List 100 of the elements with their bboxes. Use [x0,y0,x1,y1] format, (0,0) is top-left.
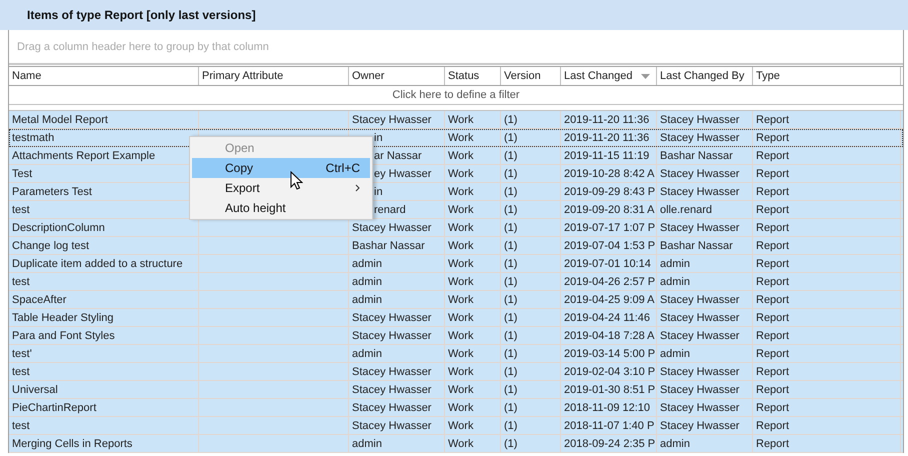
table-cell: (1) [504,330,518,342]
table-cell: DescriptionColumn [12,222,105,234]
table-cell: admin [352,258,382,270]
table-cell: test' [12,348,32,360]
table-cell: 2019-04-18 7:28 A [564,330,655,342]
table-row[interactable]: Metal Model Report Stacey Hwasser Work (1) 2019-11-20 11:36 Stacey Hwasser Report [9,111,903,129]
table-cell: Para and Font Styles [12,330,115,342]
table-cell: Report [756,330,790,342]
table-cell: (1) [504,366,518,378]
table-cell: Stacey Hwasser [660,294,740,306]
table-cell: Bashar Nassar [660,240,733,252]
column-header[interactable]: Type [753,67,901,85]
table-row[interactable]: DescriptionColumn Stacey Hwasser Work (1) 2019-07-17 1:07 P Stacey Hwasser Report [9,219,903,237]
table-cell: Metal Model Report [12,114,108,126]
table-cell: 2019-02-04 3:10 P [564,366,656,378]
table-cell: Bashar Nassar [660,150,733,162]
table-cell: Report [756,186,790,198]
table-cell: 2018-09-24 2:35 P [564,438,656,450]
table-cell: ey Hwasser [374,168,432,180]
table-row[interactable]: Duplicate item added to a structure admin Work (1) 2019-07-01 10:14 admin Report [9,255,903,273]
table-cell: Work [448,258,474,270]
table-cell: Report [756,420,790,432]
table-cell: admin [352,276,382,288]
table-cell: ar Nassar [374,150,422,162]
table-cell: (1) [504,222,518,234]
table-cell: Work [448,222,474,234]
table-cell: Work [448,276,474,288]
table-cell: Stacey Hwasser [352,312,432,324]
table-row[interactable]: Table Header Styling Stacey Hwasser Work (1) 2019-04-24 11:46 Stacey Hwasser Report [9,309,903,327]
table-cell: Work [448,294,474,306]
table-cell: (1) [504,132,518,144]
table-row[interactable]: Universal Stacey Hwasser Work (1) 2019-01-30 8:51 P Stacey Hwasser Report [9,381,903,399]
table-cell: in [374,132,383,144]
table-cell: Stacey Hwasser [660,384,740,396]
table-cell: 2019-07-17 1:07 P [564,222,656,234]
table-cell: Attachments Report Example [12,150,156,162]
table-cell: Stacey Hwasser [660,312,740,324]
table-cell: Change log test [12,240,90,252]
table-cell: Work [448,150,474,162]
table-row[interactable]: test admin Work (1) 2019-04-26 2:57 P admin Report [9,273,903,291]
table-cell: PieChartinReport [12,402,96,414]
table-cell: Stacey Hwasser [660,186,740,198]
table-cell: Report [756,132,790,144]
table-row[interactable]: test Stacey Hwasser Work (1) 2019-02-04 3:10 P Stacey Hwasser Report [9,363,903,381]
column-header[interactable]: Status [445,67,501,85]
table-cell: 2019-04-26 2:57 P [564,276,656,288]
table-cell: admin [352,438,382,450]
column-header[interactable]: Name [9,67,199,85]
table-cell: Work [448,312,474,324]
table-cell: 2019-07-04 1:53 P [564,240,656,252]
table-cell: renard [374,204,406,216]
mouse-pointer-icon [290,171,303,190]
table-cell: 2019-01-30 8:51 P [564,384,656,396]
table-cell: Report [756,366,790,378]
column-header[interactable]: Last Changed [561,67,657,85]
table-cell: admin [660,438,690,450]
column-header[interactable]: Last Changed By [657,67,753,85]
table-row[interactable]: test Stacey Hwasser Work (1) 2018-11-07 1:40 P Stacey Hwasser Report [9,417,903,435]
table-row[interactable]: Change log test Bashar Nassar Work (1) 2019-07-04 1:53 P Bashar Nassar Report [9,237,903,255]
table-cell: 2018-11-07 1:40 P [564,420,654,432]
column-header[interactable]: Primary Attribute [199,67,349,85]
table-cell: Stacey Hwasser [352,402,432,414]
table-cell: Bashar Nassar [352,240,425,252]
table-cell: Work [448,384,474,396]
table-row[interactable]: test' admin Work (1) 2019-03-14 5:00 P admin Report [9,345,903,363]
table-cell: Report [756,348,790,360]
column-header[interactable]: Version [501,67,561,85]
table-cell: Report [756,150,790,162]
table-cell: (1) [504,240,518,252]
table-cell: Stacey Hwasser [660,222,740,234]
table-cell: Report [756,258,790,270]
column-header[interactable]: Owner [349,67,445,85]
table-cell: (1) [504,294,518,306]
table-cell: Work [448,114,474,126]
table-cell: (1) [504,420,518,432]
table-row[interactable]: SpaceAfter admin Work (1) 2019-04-25 9:09 A Stacey Hwasser Report [9,291,903,309]
table-cell: Work [448,438,474,450]
table-cell: Stacey Hwasser [660,420,740,432]
table-cell: (1) [504,258,518,270]
table-row[interactable]: PieChartinReport Stacey Hwasser Work (1) 2018-11-09 12:10 Stacey Hwasser Report [9,399,903,417]
table-cell: test [12,204,30,216]
table-cell: 2019-04-25 9:09 A [564,294,655,306]
table-cell: 2018-11-09 12:10 [564,402,650,414]
table-cell: 2019-07-01 10:14 [564,258,651,270]
table-row[interactable]: Merging Cells in Reports admin Work (1) 2018-09-24 2:35 P admin Report [9,435,903,453]
table-cell: 2019-03-14 5:00 P [564,348,656,360]
table-row[interactable]: Para and Font Styles Stacey Hwasser Work (1) 2019-04-18 7:28 A Stacey Hwasser Report [9,327,903,345]
table-cell: (1) [504,186,518,198]
table-cell: Parameters Test [12,186,92,198]
table-cell: Report [756,204,790,216]
table-cell: Stacey Hwasser [352,330,432,342]
menu-item[interactable]: Copy Ctrl+C [192,158,370,178]
table-cell: Work [448,330,474,342]
table-cell: Stacey Hwasser [352,114,432,126]
table-cell: Work [448,168,474,180]
menu-item[interactable]: Auto height [192,198,370,218]
table-cell: (1) [504,438,518,450]
filter-row[interactable]: Click here to define a filter [9,86,903,105]
table-cell: Report [756,114,790,126]
table-cell: SpaceAfter [12,294,66,306]
